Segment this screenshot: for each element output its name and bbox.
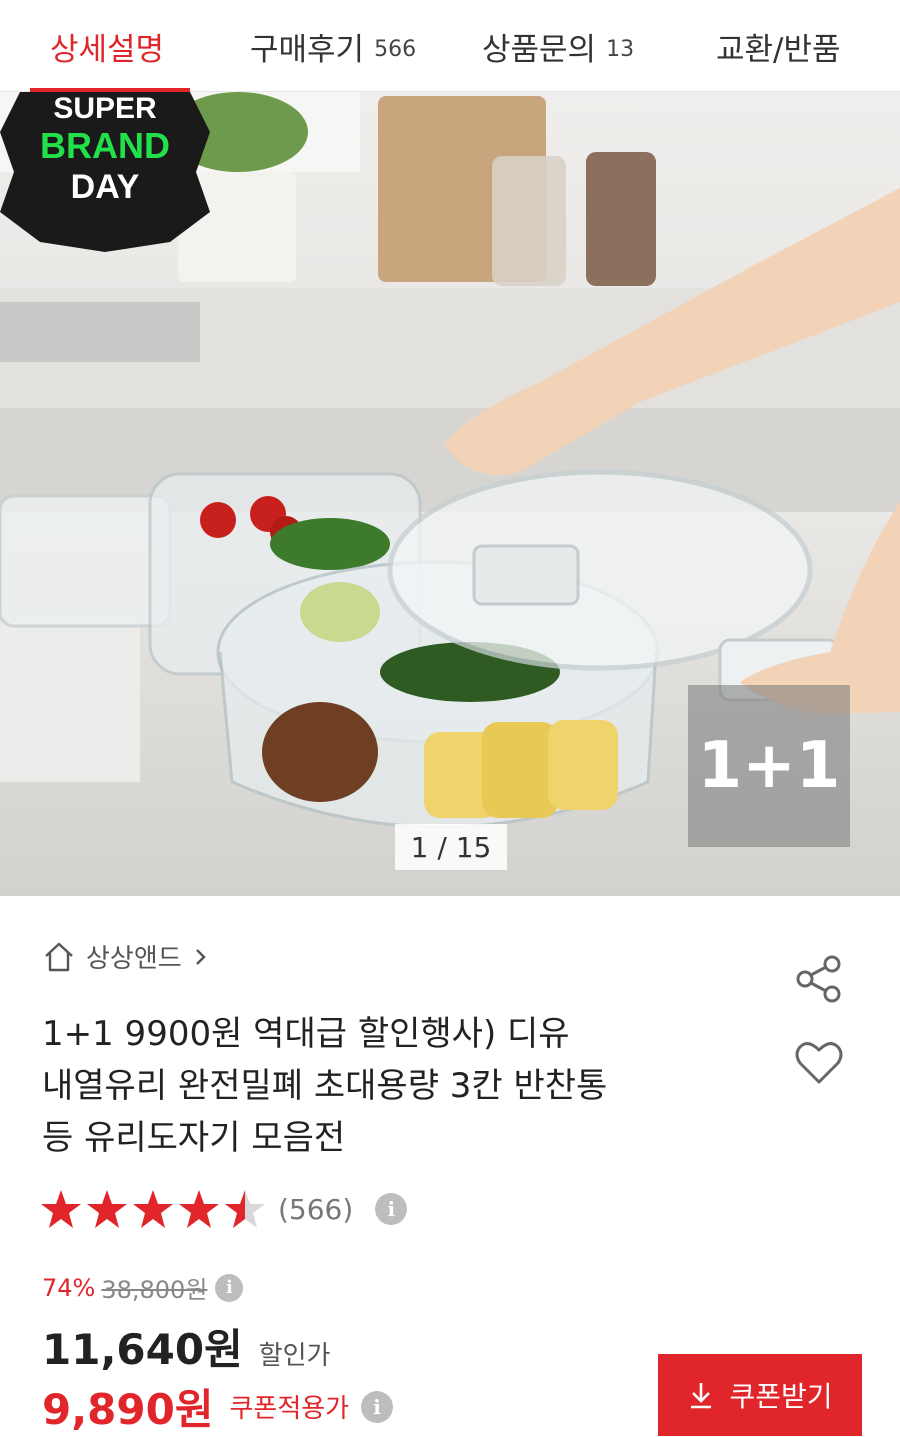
discount-row: 74% 38,800원 i <box>42 1270 244 1305</box>
brand-link[interactable]: 상상앤드 <box>42 938 210 975</box>
brand-name: 상상앤드 <box>86 944 182 974</box>
tab-reviews-count: 566 <box>374 36 417 62</box>
tab-detail-label: 상세설명 <box>50 31 165 68</box>
star-full-icon <box>41 1190 81 1228</box>
heart-icon[interactable] <box>792 1036 846 1090</box>
image-pager: 1 / 15 <box>395 824 507 870</box>
svg-text:DAY: DAY <box>71 168 140 206</box>
chevron-right-icon <box>195 948 206 965</box>
tab-exchange-label: 교환/반품 <box>716 31 841 68</box>
star-full-icon <box>179 1190 219 1228</box>
svg-text:SUPER: SUPER <box>53 92 157 125</box>
super-brand-day-badge: SUPER BRAND DAY <box>0 92 210 252</box>
product-title-line: 내열유리 완전밀폐 초대용량 3칸 반찬통 <box>42 1066 608 1106</box>
download-arrow-icon <box>691 1383 712 1409</box>
discount-rate: 74% <box>42 1273 96 1302</box>
product-title-line: 등 유리도자기 모음전 <box>42 1118 346 1158</box>
info-icon[interactable]: i <box>215 1273 244 1302</box>
sale-price-label: 할인가 <box>258 1341 331 1371</box>
coupon-price-label: 쿠폰적용가 <box>229 1394 350 1424</box>
svg-text:BRAND: BRAND <box>40 125 170 166</box>
tab-reviews-label: 구매후기 <box>250 31 365 68</box>
get-coupon-label: 쿠폰받기 <box>729 1381 833 1412</box>
product-title-line: 1+1 9900원 역대급 할인행사) 디유 <box>42 1014 570 1054</box>
tab-reviews[interactable]: 구매후기 566 <box>250 0 416 92</box>
review-count: (566) <box>278 1192 354 1226</box>
coupon-price-row: 9,890원 쿠폰적용가 i <box>42 1376 394 1437</box>
one-plus-one-label: 1+1 <box>688 685 850 847</box>
info-icon[interactable]: i <box>375 1193 408 1225</box>
star-half-icon <box>225 1190 265 1228</box>
tab-exchange[interactable]: 교환/반품 <box>716 0 841 92</box>
share-icon[interactable] <box>792 952 846 1006</box>
info-icon[interactable]: i <box>361 1390 394 1423</box>
tab-bar: 상세설명 구매후기 566 상품문의 13 교환/반품 <box>0 0 900 92</box>
tab-inquiry[interactable]: 상품문의 13 <box>482 0 634 92</box>
sale-price-row: 11,640원 할인가 <box>42 1316 330 1377</box>
rating-row[interactable]: (566) i <box>40 1188 408 1230</box>
star-full-icon <box>133 1190 173 1228</box>
product-image-carousel[interactable]: SUPER BRAND DAY 1+1 1 / 15 <box>0 92 900 896</box>
get-coupon-button[interactable]: 쿠폰받기 <box>658 1354 862 1436</box>
tab-detail[interactable]: 상세설명 <box>50 0 164 92</box>
star-full-icon <box>87 1190 127 1228</box>
tab-inquiry-label: 상품문의 <box>482 31 597 68</box>
tab-inquiry-count: 13 <box>606 36 635 62</box>
sale-price: 11,640원 <box>42 1325 243 1374</box>
home-icon <box>45 942 73 971</box>
original-price: 38,800원 <box>101 1276 208 1304</box>
coupon-price: 9,890원 <box>42 1385 214 1434</box>
product-title: 1+1 9900원 역대급 할인행사) 디유 내열유리 완전밀폐 초대용량 3칸… <box>42 1008 762 1164</box>
star-rating <box>40 1188 270 1230</box>
